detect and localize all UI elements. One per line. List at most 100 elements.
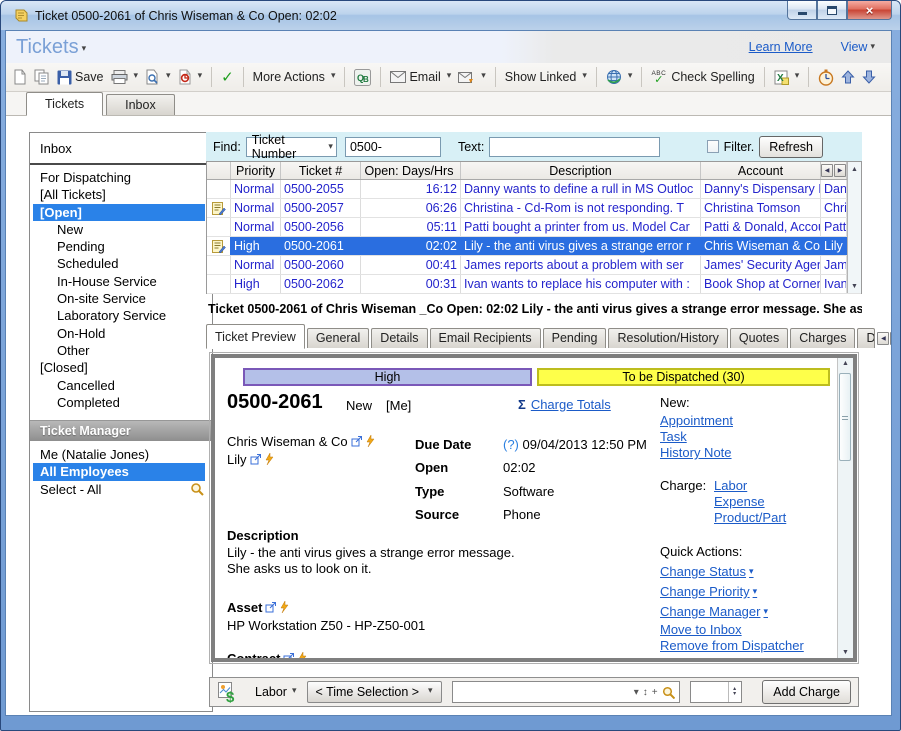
change-status-link[interactable]: Change Status — [660, 564, 754, 579]
sidebar-item-closed[interactable]: [Closed] — [30, 359, 212, 376]
tab-details[interactable]: Details — [371, 328, 427, 348]
maximize-button[interactable] — [817, 1, 847, 20]
save-button[interactable]: Save — [57, 70, 104, 85]
table-row-selected[interactable]: High 0500-2061 02:02 Lily - the anti vir… — [207, 237, 861, 256]
open-link-icon[interactable] — [265, 602, 277, 613]
quantity-stepper[interactable]: ▴▾ — [690, 681, 742, 703]
scroll-down-icon[interactable]: ▼ — [838, 649, 853, 656]
grid-header-ticket[interactable]: Ticket # — [281, 162, 361, 179]
grid-header-description[interactable]: Description — [461, 162, 701, 179]
close-button[interactable]: × — [847, 1, 892, 20]
sidebar-item-completed[interactable]: Completed — [30, 394, 212, 411]
charge-category-dropdown[interactable]: Labor — [255, 685, 297, 699]
timer-button[interactable] — [818, 69, 834, 86]
scroll-up-icon[interactable]: ▲ — [838, 360, 853, 367]
text-search-input[interactable] — [489, 137, 660, 157]
excel-export-button[interactable]: X — [774, 70, 800, 85]
change-priority-link[interactable]: Change Priority — [660, 584, 757, 599]
tab-scroll-right-icon[interactable]: ▶ — [890, 332, 892, 345]
scroll-up-icon[interactable]: ▲ — [848, 162, 861, 176]
print-preview-button[interactable] — [145, 69, 171, 85]
charge-expense-link[interactable]: Expense — [714, 494, 765, 509]
tab-resolution-history[interactable]: Resolution/History — [608, 328, 727, 348]
tab-ticket-preview[interactable]: Ticket Preview — [206, 324, 305, 349]
charge-totals[interactable]: ΣCharge Totals — [518, 397, 611, 412]
email-button[interactable]: Email — [390, 70, 451, 84]
sidebar-item-on-hold[interactable]: On-Hold — [30, 325, 212, 342]
tab-general[interactable]: General — [307, 328, 369, 348]
table-row[interactable]: High 0500-2062 00:31 Ivan wants to repla… — [207, 275, 861, 294]
sidebar-item-pending[interactable]: Pending — [30, 238, 212, 255]
approve-button[interactable]: ✓ — [221, 68, 234, 86]
table-row[interactable]: Normal 0500-2055 16:12 Danny wants to de… — [207, 180, 861, 199]
manager-item-all-employees[interactable]: All Employees — [33, 463, 205, 480]
lightning-icon[interactable] — [366, 435, 375, 447]
scrollbar-thumb[interactable] — [839, 373, 851, 461]
scroll-down-icon[interactable]: ▼ — [848, 279, 861, 293]
filter-checkbox[interactable] — [707, 140, 718, 153]
view-dropdown[interactable]: View — [841, 40, 875, 54]
open-link-icon[interactable] — [351, 436, 363, 447]
learn-more-link[interactable]: Learn More — [749, 40, 813, 54]
sidebar-item-other[interactable]: Other — [30, 342, 212, 359]
print-button[interactable] — [111, 70, 139, 84]
open-link-icon[interactable] — [250, 454, 262, 465]
charge-labor-link[interactable]: Labor — [714, 478, 747, 493]
charge-product-part-link[interactable]: Product/Part — [714, 510, 786, 525]
minimize-button[interactable] — [787, 1, 817, 20]
sidebar-item-new[interactable]: New — [30, 221, 212, 238]
next-record-button[interactable] — [862, 70, 876, 84]
show-linked-button[interactable]: Show Linked — [505, 70, 587, 84]
ticket-number-input[interactable] — [345, 137, 441, 157]
grid-header-priority[interactable]: Priority — [231, 162, 281, 179]
sidebar-item-in-house-service[interactable]: In-House Service — [30, 273, 212, 290]
tab-quotes[interactable]: Quotes — [730, 328, 788, 348]
new-history-note-link[interactable]: History Note — [660, 445, 732, 460]
quickbooks-button[interactable]: QB — [354, 69, 371, 86]
find-field-select[interactable]: Ticket Number — [246, 137, 337, 157]
refresh-button[interactable]: Refresh — [759, 136, 823, 158]
tab-charges[interactable]: Charges — [790, 328, 855, 348]
sidebar-item-all-tickets[interactable]: [All Tickets] — [30, 186, 212, 203]
lightning-icon[interactable] — [265, 453, 274, 465]
manager-item-select-all[interactable]: Select - All — [30, 481, 212, 498]
email-receive-button[interactable] — [458, 71, 486, 84]
tab-email-recipients[interactable]: Email Recipients — [430, 328, 541, 348]
item-combo[interactable]: ▾ ↕ + — [452, 681, 680, 703]
sidebar-item-for-dispatching[interactable]: For Dispatching — [30, 169, 212, 186]
sidebar-item-cancelled[interactable]: Cancelled — [30, 377, 212, 394]
grid-header-account[interactable]: Account — [701, 162, 821, 179]
check-spelling-button[interactable]: ABC✓Check Spelling — [651, 70, 754, 84]
pdf-export-button[interactable] — [178, 69, 203, 85]
due-date-help[interactable]: (?) — [503, 437, 519, 452]
sidebar-item-laboratory-service[interactable]: Laboratory Service — [30, 307, 212, 324]
lightning-icon[interactable] — [280, 601, 289, 613]
time-selection-button[interactable]: < Time Selection > — [307, 681, 442, 703]
move-to-inbox-link[interactable]: Move to Inbox — [660, 622, 742, 637]
spin-down-icon[interactable]: ▾ — [733, 692, 736, 697]
charge-totals-link[interactable]: Charge Totals — [531, 397, 611, 412]
tab-scroll-left-icon[interactable]: ◀ — [877, 332, 889, 345]
new-button[interactable] — [13, 69, 27, 85]
grid-header-open[interactable]: Open: Days/Hrs — [361, 162, 461, 179]
more-actions-button[interactable]: More Actions — [253, 70, 336, 84]
tab-pending[interactable]: Pending — [543, 328, 607, 348]
add-charge-button[interactable]: Add Charge — [762, 680, 851, 704]
table-row[interactable]: Normal 0500-2060 00:41 James reports abo… — [207, 256, 861, 275]
sidebar-item-on-site-service[interactable]: On-site Service — [30, 290, 212, 307]
tab-docs[interactable]: Doc — [857, 328, 875, 348]
preview-vertical-scrollbar[interactable]: ▲ ▼ — [837, 358, 853, 658]
grid-vertical-scrollbar[interactable]: ▲ ▼ — [847, 162, 861, 293]
table-row[interactable]: Normal 0500-2056 05:11 Patti bought a pr… — [207, 218, 861, 237]
new-appointment-link[interactable]: Appointment — [660, 413, 733, 428]
new-task-link[interactable]: Task — [660, 429, 687, 444]
stepper-arrows[interactable]: ▴▾ — [728, 682, 741, 702]
copy-button[interactable] — [34, 69, 50, 85]
scroll-right-icon[interactable]: ▶ — [834, 164, 846, 177]
scroll-left-icon[interactable]: ◀ — [821, 164, 833, 177]
web-button[interactable] — [606, 69, 633, 85]
remove-from-dispatcher-link[interactable]: Remove from Dispatcher — [660, 638, 804, 653]
tab-tickets[interactable]: Tickets — [26, 92, 103, 116]
change-manager-link[interactable]: Change Manager — [660, 604, 768, 619]
previous-record-button[interactable] — [841, 70, 855, 84]
